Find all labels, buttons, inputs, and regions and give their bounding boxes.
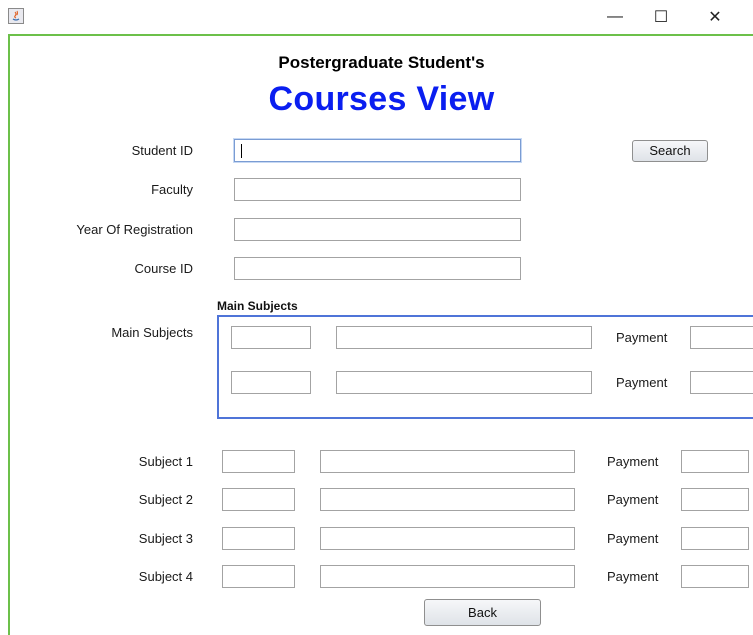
main-subject-payment-label: Payment <box>616 330 668 345</box>
text-caret <box>241 144 242 158</box>
main-subject-payment-input[interactable] <box>690 371 753 394</box>
form-panel: Postergraduate Student's Courses View St… <box>10 36 753 635</box>
minimize-icon: — <box>607 8 623 25</box>
subject-4-code-input[interactable] <box>222 565 295 588</box>
subject-4-label: Subject 4 <box>138 569 193 584</box>
subject-2-label: Subject 2 <box>138 492 193 507</box>
main-subjects-group-title: Main Subjects <box>217 299 298 313</box>
year-of-registration-label: Year Of Registration <box>76 222 193 237</box>
main-subject-code-input[interactable] <box>231 371 311 394</box>
main-subject-payment-label: Payment <box>616 375 668 390</box>
subject-2-code-input[interactable] <box>222 488 295 511</box>
subject-1-code-input[interactable] <box>222 450 295 473</box>
main-subject-name-input[interactable] <box>336 371 592 394</box>
java-app-icon <box>8 8 24 24</box>
main-subjects-group: Payment Payment <box>217 315 753 419</box>
subject-1-payment-label: Payment <box>607 454 659 469</box>
back-button[interactable]: Back <box>424 599 541 626</box>
window-titlebar: — ☐ ✕ <box>0 0 753 34</box>
main-subject-code-input[interactable] <box>231 326 311 349</box>
subject-4-name-input[interactable] <box>320 565 575 588</box>
faculty-label: Faculty <box>151 182 193 197</box>
student-id-label: Student ID <box>131 143 193 158</box>
main-subject-payment-input[interactable] <box>690 326 753 349</box>
main-subject-name-input[interactable] <box>336 326 592 349</box>
maximize-icon: ☐ <box>653 9 669 26</box>
subject-1-payment-input[interactable] <box>681 450 749 473</box>
subject-3-payment-label: Payment <box>607 531 659 546</box>
close-icon: ✕ <box>708 9 722 26</box>
year-of-registration-input[interactable] <box>234 218 521 241</box>
subject-3-name-input[interactable] <box>320 527 575 550</box>
student-id-input[interactable] <box>234 139 521 162</box>
subject-3-code-input[interactable] <box>222 527 295 550</box>
subject-1-name-input[interactable] <box>320 450 575 473</box>
search-button[interactable]: Search <box>632 140 708 162</box>
subject-2-payment-label: Payment <box>607 492 659 507</box>
subject-4-payment-input[interactable] <box>681 565 749 588</box>
subject-3-payment-input[interactable] <box>681 527 749 550</box>
course-id-label: Course ID <box>134 261 193 276</box>
subject-2-payment-input[interactable] <box>681 488 749 511</box>
page-title: Courses View <box>268 80 495 118</box>
subject-3-label: Subject 3 <box>138 531 193 546</box>
subject-2-name-input[interactable] <box>320 488 575 511</box>
main-subjects-label: Main Subjects <box>111 325 193 340</box>
faculty-input[interactable] <box>234 178 521 201</box>
subject-4-payment-label: Payment <box>607 569 659 584</box>
maximize-button[interactable]: ☐ <box>638 0 684 34</box>
minimize-button[interactable]: — <box>592 0 638 34</box>
page-subtitle: Postergraduate Student's <box>278 53 485 72</box>
course-id-input[interactable] <box>234 257 521 280</box>
subject-1-label: Subject 1 <box>138 454 193 469</box>
close-button[interactable]: ✕ <box>692 0 738 34</box>
